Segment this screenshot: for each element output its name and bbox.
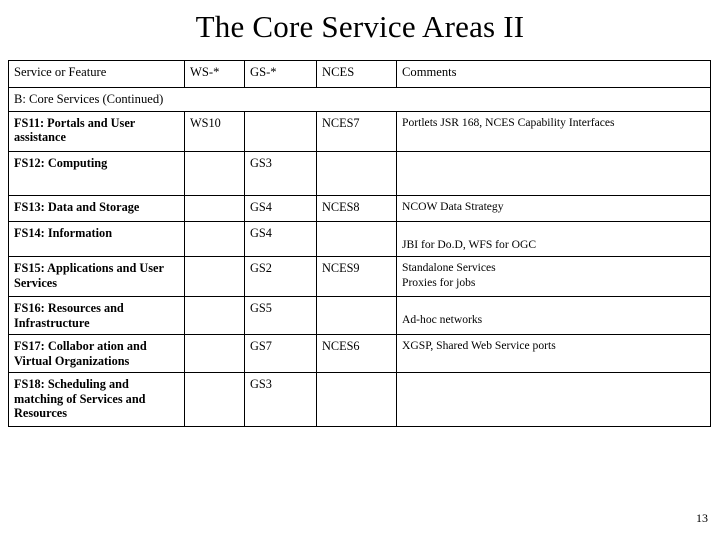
row-comments-line1: Standalone Services bbox=[402, 261, 496, 274]
core-services-table: Service or Feature WS-* GS-* NCES Commen… bbox=[8, 60, 711, 427]
row-feature-line3: Resources bbox=[14, 406, 68, 420]
row-feature-line1: FS14: Information bbox=[14, 225, 113, 240]
table-row: FS12: Computing GS3 bbox=[8, 150, 711, 196]
row-nces bbox=[316, 372, 397, 427]
row-feature: FS12: Computing bbox=[8, 150, 185, 196]
row-nces: NCES6 bbox=[316, 334, 397, 373]
row-ws: WS10 bbox=[184, 110, 245, 152]
row-feature-line2: matching of Services and bbox=[14, 391, 146, 406]
header-comments: Comments bbox=[396, 60, 711, 88]
row-comments: Portlets JSR 168, NCES Capability Interf… bbox=[396, 110, 711, 152]
row-ws bbox=[184, 194, 245, 222]
row-comments: NCOW Data Strategy bbox=[396, 194, 711, 222]
row-comments-line1: JBI for Do.D, WFS for OGC bbox=[402, 237, 537, 251]
table-row: FS15: Applications and User Services GS2… bbox=[8, 256, 711, 297]
row-gs: GS4 bbox=[244, 220, 317, 257]
table-row: FS16: Resources and Infrastructure GS5 A… bbox=[8, 296, 711, 335]
row-comments-line1: Ad-hoc networks bbox=[402, 313, 483, 326]
row-nces: NCES9 bbox=[316, 256, 397, 297]
table-row: FS11: Portals and User assistance WS10 N… bbox=[8, 110, 711, 152]
section-label: B: Core Services (Continued) bbox=[8, 87, 711, 112]
row-feature-line2: Services bbox=[14, 275, 58, 290]
row-gs: GS4 bbox=[244, 194, 317, 222]
row-gs: GS3 bbox=[244, 372, 317, 427]
row-nces bbox=[316, 296, 397, 335]
row-feature: FS14: Information bbox=[8, 220, 185, 257]
table-row: FS18: Scheduling and matching of Service… bbox=[8, 372, 711, 427]
row-ws bbox=[184, 256, 245, 297]
slide: The Core Service Areas II Service or Fea… bbox=[0, 0, 720, 540]
row-comments-line2: Proxies for jobs bbox=[402, 275, 476, 289]
row-nces: NCES8 bbox=[316, 194, 397, 222]
row-gs: GS7 bbox=[244, 334, 317, 373]
table-row: FS13: Data and Storage GS4 NCES8 NCOW Da… bbox=[8, 194, 711, 222]
core-services-table-wrapper: Service or Feature WS-* GS-* NCES Commen… bbox=[8, 60, 711, 427]
row-feature: FS18: Scheduling and matching of Service… bbox=[8, 372, 185, 427]
row-comments bbox=[396, 150, 711, 196]
row-nces bbox=[316, 220, 397, 257]
row-gs: GS5 bbox=[244, 296, 317, 335]
row-comments: JBI for Do.D, WFS for OGC bbox=[396, 220, 711, 257]
row-nces: NCES7 bbox=[316, 110, 397, 152]
row-ws bbox=[184, 372, 245, 427]
row-comments-line1: Portlets JSR 168, NCES Capability Interf… bbox=[402, 115, 615, 129]
row-feature-line1: FS18: Scheduling and bbox=[14, 377, 129, 391]
row-ws bbox=[184, 150, 245, 196]
row-feature-line2: Infrastructure bbox=[14, 315, 90, 330]
table-header-row: Service or Feature WS-* GS-* NCES Commen… bbox=[8, 60, 711, 88]
row-feature-line2: Virtual Organizations bbox=[14, 353, 130, 368]
row-ws bbox=[184, 296, 245, 335]
page-title: The Core Service Areas II bbox=[195, 9, 525, 44]
row-feature-line1: FS16: Resources and bbox=[14, 301, 124, 315]
row-comments bbox=[396, 372, 711, 427]
row-comments: XGSP, Shared Web Service ports bbox=[396, 334, 711, 373]
row-feature-line2: assistance bbox=[14, 130, 66, 144]
table-row: FS14: Information GS4 JBI for Do.D, WFS … bbox=[8, 220, 711, 257]
row-feature-line1: FS11: Portals and User bbox=[14, 115, 136, 130]
header-gs: GS-* bbox=[244, 60, 317, 88]
table-row: FS17: Collabor ation and Virtual Organiz… bbox=[8, 334, 711, 373]
table-section-row: B: Core Services (Continued) bbox=[8, 87, 711, 112]
row-gs: GS2 bbox=[244, 256, 317, 297]
header-ws: WS-* bbox=[184, 60, 245, 88]
row-gs bbox=[244, 110, 317, 152]
row-comments: Standalone Services Proxies for jobs bbox=[396, 256, 711, 297]
row-feature: FS11: Portals and User assistance bbox=[8, 110, 185, 152]
row-feature: FS13: Data and Storage bbox=[8, 194, 185, 222]
row-feature-line1: FS15: Applications and User bbox=[14, 261, 164, 275]
header-nces: NCES bbox=[316, 60, 397, 88]
row-feature: FS15: Applications and User Services bbox=[8, 256, 185, 297]
row-feature-line1: FS12: Computing bbox=[14, 155, 108, 170]
row-feature-line1: FS13: Data and Storage bbox=[14, 199, 140, 214]
row-ws bbox=[184, 334, 245, 373]
row-nces bbox=[316, 150, 397, 196]
row-feature: FS17: Collabor ation and Virtual Organiz… bbox=[8, 334, 185, 373]
header-service-or-feature: Service or Feature bbox=[8, 60, 185, 88]
row-feature-line1: FS17: Collabor ation and bbox=[14, 339, 147, 353]
row-gs: GS3 bbox=[244, 150, 317, 196]
row-ws bbox=[184, 220, 245, 257]
row-comments: Ad-hoc networks bbox=[396, 296, 711, 335]
row-feature: FS16: Resources and Infrastructure bbox=[8, 296, 185, 335]
page-number: 13 bbox=[696, 511, 708, 525]
